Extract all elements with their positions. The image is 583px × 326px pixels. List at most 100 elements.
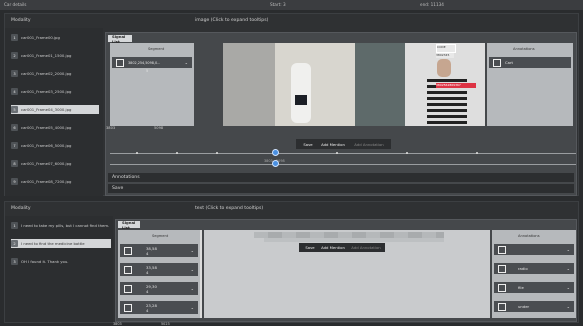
bbox-label[interactable]: CODE [436, 44, 456, 53]
annotation-tag-row[interactable]: file ⌄ [494, 282, 574, 293]
mid-number: 5098 [154, 126, 164, 130]
text-canvas[interactable]: Save Add Mention Add Annotation [204, 230, 490, 318]
segment-row[interactable]: 33,58 4 ⌄ [120, 263, 198, 276]
segment-row[interactable]: 23,28 4 ⌄ [120, 301, 198, 314]
chevron-down-icon[interactable]: ⌄ [191, 248, 194, 253]
annotations-bar: Annotations [108, 173, 574, 182]
segment-row[interactable]: 38,58 4 ⌄ [120, 244, 198, 257]
segment-header: Segment [148, 47, 165, 51]
top-status-bar: Car details Start: 3 end: 11134 [0, 0, 583, 10]
segment-sub: 5 [146, 69, 149, 73]
annotations-column: Annotations Cart [487, 43, 573, 126]
image-frame-2 [275, 43, 355, 126]
list-item-selected[interactable]: 5 car001_Frame04_3000.jpg [11, 105, 99, 114]
save-bar-button[interactable]: Save [108, 184, 574, 193]
segment-row[interactable]: 3802,254,5098,0... ⌄ [112, 57, 192, 68]
add-mention-button[interactable]: Add Mention [318, 140, 348, 148]
list-item[interactable]: 2 car001_Frame01_1500.jpg [11, 51, 99, 60]
list-item[interactable]: 6 car001_Frame05_4000.jpg [11, 123, 99, 132]
text-token-strip [264, 238, 444, 242]
list-item[interactable]: 9 car001_Frame08_7200.jpg [11, 177, 99, 186]
add-mention-button[interactable]: Add Mention [319, 244, 347, 251]
list-item[interactable]: 4 car001_Frame03_2500.jpg [11, 87, 99, 96]
image-canvas[interactable]: CODE 3802345 3802562869367 [223, 43, 485, 126]
robot-figure [291, 63, 311, 123]
modality-header: Modality [11, 206, 31, 211]
timeline-tick [216, 152, 218, 154]
add-annotation-button[interactable]: Add Annotation [349, 244, 383, 251]
list-item[interactable]: 7 car001_Frame06_5000.jpg [11, 141, 99, 150]
list-item[interactable]: 3 car001_Frame02_2000.jpg [11, 69, 99, 78]
tag-toggle-icon[interactable] [498, 245, 506, 254]
timeline-track-2[interactable] [110, 164, 576, 165]
save-button[interactable]: Save [300, 140, 316, 148]
image-tooltip-header[interactable]: image (Click to expand tooltips) [195, 18, 268, 23]
list-item-selected[interactable]: 2I need to find the medicine bottle [11, 239, 111, 248]
annotations-header: Annotations [513, 47, 535, 51]
topbar-left-text: Car details [4, 2, 27, 7]
timeline-handle-end[interactable] [272, 160, 279, 167]
timeline-handle-start[interactable] [272, 149, 279, 156]
timeline-tick [406, 152, 408, 154]
list-item[interactable]: 8 car001_Frame07_6000.jpg [11, 159, 99, 168]
segment-toggle-icon[interactable] [124, 303, 132, 312]
action-bar: Save Add Mention Add Annotation [299, 243, 385, 252]
segment-toggle-icon[interactable] [124, 265, 132, 274]
text-modality-panel: Modality text (Click to expand tooltips)… [4, 201, 579, 326]
list-item[interactable]: 1 car001_Frame00.jpg [11, 33, 99, 42]
mid-number: 5023 [161, 322, 170, 326]
segment-row[interactable]: 29,30 4 ⌄ [120, 282, 198, 295]
frame-list: 1 car001_Frame00.jpg 2 car001_Frame01_1500… [5, 28, 103, 196]
topbar-right-text: end: 11134 [420, 2, 444, 7]
annotations-header: Annotations [518, 234, 540, 238]
left-number: 3803 [113, 322, 122, 326]
annotation-tag-row[interactable]: under ⌄ [494, 301, 574, 312]
text-tooltip-header[interactable]: text (Click to expand tooltips) [195, 206, 263, 211]
segment-toggle-icon[interactable] [124, 246, 132, 255]
segment-toggle-icon[interactable] [124, 284, 132, 293]
list-item[interactable]: 3 OH I found it. Thank you. [11, 257, 111, 266]
topbar-mid-text: Start: 3 [270, 2, 286, 7]
tab-signal-list[interactable]: Signal List [108, 34, 132, 44]
action-bar: Save Add Mention Add Annotation [296, 139, 391, 149]
utterance-list: 1I need to take my pills, but I cannot f… [5, 216, 113, 322]
timeline-tick [176, 152, 178, 154]
timeline-tick [136, 152, 138, 154]
segment-column: Segment 3802,254,5098,0... ⌄ 5 [110, 43, 194, 126]
timeline-track[interactable] [110, 153, 576, 154]
annotation-tag-row[interactable]: Cart [489, 57, 571, 68]
image-editor: Signal List Segment 3802,254,5098,0... ⌄… [105, 32, 577, 196]
segment-column: Segment 38,58 4 ⌄ 33,58 4 ⌄ 29,30 4 ⌄ 23,28 4 ⌄ [118, 230, 200, 318]
chevron-down-icon[interactable]: ⌄ [567, 304, 570, 309]
annotation-tag-row[interactable]: ⌄ [494, 244, 574, 255]
bbox-label: 3802345 [436, 53, 454, 58]
modality-header: Modality [11, 18, 31, 23]
segment-toggle-icon[interactable] [116, 58, 124, 67]
segment-header: Segment [152, 234, 169, 238]
add-annotation-button[interactable]: Add Annotation [350, 140, 388, 148]
tag-toggle-icon[interactable] [498, 264, 506, 273]
chevron-down-icon[interactable]: ⌄ [567, 285, 570, 290]
tag-toggle-icon[interactable] [493, 58, 501, 67]
tag-toggle-icon[interactable] [498, 283, 506, 292]
tag-toggle-icon[interactable] [498, 302, 506, 311]
chevron-down-icon[interactable]: ⌄ [185, 60, 188, 65]
list-item[interactable]: 1I need to take my pills, but I cannot f… [11, 221, 111, 230]
image-frame-1 [223, 43, 275, 126]
annotations-column: Annotations ⌄ radio ⌄ file ⌄ under ⌄ [492, 230, 576, 318]
left-number: 3803 [106, 126, 116, 130]
bbox-label: 3802562869367 [436, 83, 476, 88]
chevron-down-icon[interactable]: ⌄ [191, 286, 194, 291]
robot-screen [295, 95, 307, 105]
tab-signal-list[interactable]: Signal List [118, 220, 140, 230]
annotation-tag-row[interactable]: radio ⌄ [494, 263, 574, 274]
chevron-down-icon[interactable]: ⌄ [191, 305, 194, 310]
image-frame-3 [355, 43, 405, 126]
chevron-down-icon[interactable]: ⌄ [567, 266, 570, 271]
save-button[interactable]: Save [303, 244, 317, 251]
person-head [437, 59, 451, 77]
chevron-down-icon[interactable]: ⌄ [191, 267, 194, 272]
chevron-down-icon[interactable]: ⌄ [567, 247, 570, 252]
scrollbar[interactable] [200, 230, 202, 318]
timeline-tick [336, 152, 338, 154]
